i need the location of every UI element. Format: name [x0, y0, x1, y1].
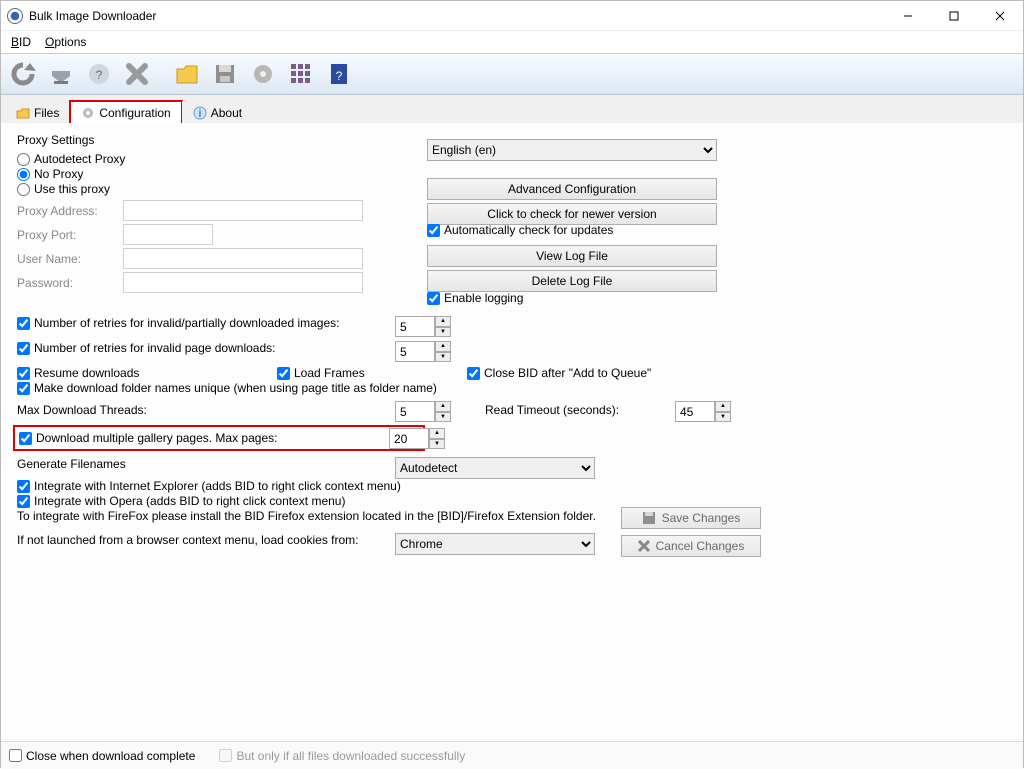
window-title: Bulk Image Downloader: [29, 9, 156, 23]
gear-icon: [81, 106, 95, 120]
info-icon: i: [193, 106, 207, 120]
delete-log-button[interactable]: Delete Log File: [427, 270, 717, 292]
cancel-changes-button[interactable]: Cancel Changes: [621, 535, 761, 557]
folder-icon[interactable]: [169, 56, 205, 92]
unique-folder-checkbox[interactable]: Make download folder names unique (when …: [17, 381, 437, 395]
radio-no-proxy[interactable]: No Proxy: [17, 167, 363, 181]
download-icon[interactable]: [43, 56, 79, 92]
svg-text:?: ?: [96, 68, 103, 82]
save-changes-button[interactable]: Save Changes: [621, 507, 761, 529]
proxy-address-input[interactable]: [123, 200, 363, 221]
generate-filenames-select[interactable]: Autodetect: [395, 457, 595, 479]
folder-icon: [16, 106, 30, 120]
proxy-port-input[interactable]: [123, 224, 213, 245]
cookies-label: If not launched from a browser context m…: [17, 533, 359, 547]
close-button[interactable]: [977, 1, 1023, 31]
read-timeout-spinner[interactable]: ▲▼: [675, 401, 731, 422]
auto-update-checkbox[interactable]: Automatically check for updates: [427, 223, 613, 237]
close-when-complete-checkbox[interactable]: Close when download complete: [9, 749, 195, 763]
config-panel: Proxy Settings Autodetect Proxy No Proxy…: [1, 123, 1023, 741]
help-sheet-icon[interactable]: ?: [81, 56, 117, 92]
multi-pages-row: Download multiple gallery pages. Max pag…: [13, 425, 425, 451]
tab-files[interactable]: Files: [5, 101, 70, 124]
chevron-up-icon: ▲: [429, 428, 445, 439]
tab-about-label: About: [211, 106, 242, 120]
refresh-icon[interactable]: [5, 56, 41, 92]
window-controls: [885, 1, 1023, 31]
menubar: BID Options: [1, 31, 1023, 53]
chevron-down-icon: ▼: [429, 439, 445, 450]
chevron-up-icon: ▲: [435, 341, 451, 352]
only-if-all-checkbox: But only if all files downloaded success…: [219, 749, 465, 763]
close-bid-checkbox[interactable]: Close BID after "Add to Queue": [467, 366, 651, 380]
svg-text:i: i: [198, 106, 201, 120]
tab-configuration[interactable]: Configuration: [70, 101, 181, 124]
proxy-user-input[interactable]: [123, 248, 363, 269]
menu-bid[interactable]: BID: [11, 35, 31, 49]
radio-use-this[interactable]: Use this proxy: [17, 182, 363, 196]
chevron-down-icon: ▼: [435, 327, 451, 338]
chevron-up-icon: ▲: [715, 401, 731, 412]
tab-files-label: Files: [34, 106, 59, 120]
chevron-down-icon: ▼: [435, 352, 451, 363]
proxy-settings-group: Proxy Settings Autodetect Proxy No Proxy…: [17, 133, 363, 296]
tab-configuration-label: Configuration: [99, 106, 170, 120]
view-log-button[interactable]: View Log File: [427, 245, 717, 267]
check-version-button[interactable]: Click to check for newer version: [427, 203, 717, 225]
max-threads-label: Max Download Threads:: [17, 403, 147, 417]
chevron-up-icon: ▲: [435, 401, 451, 412]
retries-invalid-checkbox[interactable]: Number of retries for invalid/partially …: [17, 316, 339, 330]
enable-logging-checkbox[interactable]: Enable logging: [427, 291, 523, 305]
chevron-down-icon: ▼: [435, 412, 451, 423]
integrate-ie-checkbox[interactable]: Integrate with Internet Explorer (adds B…: [17, 479, 401, 493]
minimize-button[interactable]: [885, 1, 931, 31]
menu-options[interactable]: Options: [45, 35, 86, 49]
retries-invalid-spinner[interactable]: ▲▼: [395, 316, 451, 337]
svg-text:?: ?: [336, 69, 343, 83]
retries-page-spinner[interactable]: ▲▼: [395, 341, 451, 362]
question-icon[interactable]: ?: [321, 56, 357, 92]
toolbar: ? ?: [1, 53, 1023, 95]
proxy-port-label: Proxy Port:: [17, 228, 123, 242]
chevron-down-icon: ▼: [715, 412, 731, 423]
resume-downloads-checkbox[interactable]: Resume downloads: [17, 366, 139, 380]
gear-icon[interactable]: [245, 56, 281, 92]
titlebar-left: Bulk Image Downloader: [7, 8, 156, 24]
statusbar: Close when download complete But only if…: [1, 741, 1023, 769]
app-icon: [7, 8, 23, 24]
titlebar: Bulk Image Downloader: [1, 1, 1023, 31]
multi-pages-checkbox[interactable]: Download multiple gallery pages. Max pag…: [19, 431, 277, 445]
proxy-legend: Proxy Settings: [17, 133, 94, 147]
load-frames-checkbox[interactable]: Load Frames: [277, 366, 365, 380]
save-icon[interactable]: [207, 56, 243, 92]
firefox-note: To integrate with FireFox please install…: [17, 509, 596, 523]
maximize-button[interactable]: [931, 1, 977, 31]
integrate-opera-checkbox[interactable]: Integrate with Opera (adds BID to right …: [17, 494, 345, 508]
multi-pages-spinner[interactable]: ▲▼: [389, 428, 445, 449]
close-icon[interactable]: [119, 56, 155, 92]
proxy-pass-input[interactable]: [123, 272, 363, 293]
proxy-address-label: Proxy Address:: [17, 204, 123, 218]
chevron-up-icon: ▲: [435, 316, 451, 327]
read-timeout-label: Read Timeout (seconds):: [485, 403, 619, 417]
language-select[interactable]: English (en): [427, 139, 717, 161]
tab-about[interactable]: i About: [182, 101, 253, 124]
grid-icon[interactable]: [283, 56, 319, 92]
proxy-pass-label: Password:: [17, 276, 123, 290]
retries-page-checkbox[interactable]: Number of retries for invalid page downl…: [17, 341, 275, 355]
save-icon: [642, 511, 656, 525]
max-threads-spinner[interactable]: ▲▼: [395, 401, 451, 422]
advanced-config-button[interactable]: Advanced Configuration: [427, 178, 717, 200]
proxy-user-label: User Name:: [17, 252, 123, 266]
tab-strip: Files Configuration i About: [1, 95, 1023, 123]
cookies-select[interactable]: Chrome: [395, 533, 595, 555]
close-icon: [638, 540, 650, 552]
generate-filenames-label: Generate Filenames: [17, 457, 126, 471]
radio-autodetect[interactable]: Autodetect Proxy: [17, 152, 363, 166]
